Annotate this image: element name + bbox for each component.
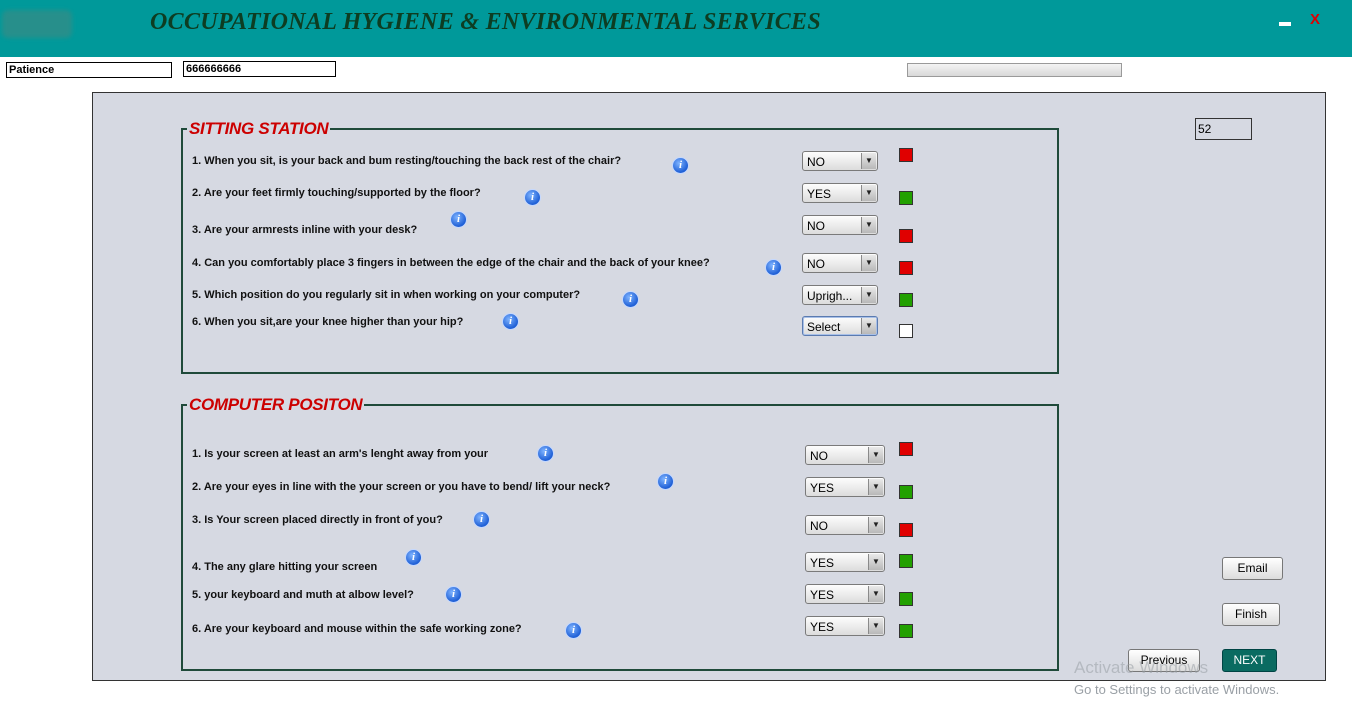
dropdown-value: Select (807, 320, 841, 334)
question-text: 6. When you sit,are your knee higher tha… (192, 316, 464, 328)
status-indicator (899, 293, 913, 307)
chevron-down-icon: ▼ (868, 554, 883, 570)
answer-dropdown[interactable]: NO ▼ (802, 151, 878, 171)
user-name-field[interactable]: Patience (6, 62, 172, 78)
section-title-computer-position: COMPUTER POSITON (187, 395, 365, 415)
chevron-down-icon: ▼ (868, 447, 883, 463)
info-icon[interactable]: i (658, 474, 673, 489)
dropdown-value: YES (810, 481, 835, 495)
dropdown-value: YES (810, 556, 835, 570)
status-indicator (899, 191, 913, 205)
answer-dropdown[interactable]: YES ▼ (805, 616, 885, 636)
answer-dropdown[interactable]: YES ▼ (805, 552, 885, 572)
dropdown-value: YES (810, 588, 835, 602)
info-icon[interactable]: i (538, 446, 553, 461)
blurred-logo (2, 10, 72, 38)
activate-windows-hint: Go to Settings to activate Windows. (1074, 682, 1280, 697)
answer-dropdown[interactable]: Uprigh... ▼ (802, 285, 878, 305)
question-text: 1. When you sit, is your back and bum re… (192, 155, 622, 167)
chevron-down-icon: ▼ (861, 217, 876, 233)
close-button[interactable]: X (1310, 11, 1320, 28)
status-indicator (899, 148, 913, 162)
finish-button[interactable]: Finish (1222, 603, 1280, 626)
chevron-down-icon: ▼ (861, 318, 876, 334)
activate-windows-watermark: Activate Windows (1074, 658, 1209, 677)
minimize-button[interactable] (1279, 22, 1291, 26)
question-text: 3. Are your armrests inline with your de… (192, 224, 418, 236)
info-icon[interactable]: i (673, 158, 688, 173)
question-text: 5. Which position do you regularly sit i… (192, 289, 581, 301)
answer-dropdown[interactable]: NO ▼ (805, 515, 885, 535)
chevron-down-icon: ▼ (861, 255, 876, 271)
status-indicator (899, 485, 913, 499)
answer-dropdown[interactable]: YES ▼ (805, 584, 885, 604)
answer-dropdown[interactable]: NO ▼ (802, 253, 878, 273)
chevron-down-icon: ▼ (868, 517, 883, 533)
chevron-down-icon: ▼ (868, 479, 883, 495)
question-counter: 52 (1195, 118, 1252, 140)
question-text: 1. Is your screen at least an arm's leng… (192, 448, 489, 460)
info-icon[interactable]: i (566, 623, 581, 638)
status-indicator (899, 523, 913, 537)
question-text: 2. Are your eyes in line with the your s… (192, 481, 611, 493)
chevron-down-icon: ▼ (861, 185, 876, 201)
dropdown-value: Uprigh... (807, 289, 853, 303)
status-indicator (899, 261, 913, 275)
info-icon[interactable]: i (766, 260, 781, 275)
next-button[interactable]: NEXT (1222, 649, 1277, 672)
chevron-down-icon: ▼ (861, 287, 876, 303)
question-text: 2. Are your feet firmly touching/support… (192, 187, 481, 199)
question-text: 3. Is Your screen placed directly in fro… (192, 514, 443, 526)
info-icon[interactable]: i (503, 314, 518, 329)
chevron-down-icon: ▼ (868, 586, 883, 602)
info-icon[interactable]: i (446, 587, 461, 602)
answer-dropdown[interactable]: Select ▼ (802, 316, 878, 336)
question-text: 6. Are your keyboard and mouse within th… (192, 623, 522, 635)
answer-dropdown[interactable]: YES ▼ (805, 477, 885, 497)
chevron-down-icon: ▼ (868, 618, 883, 634)
status-indicator (899, 442, 913, 456)
progress-bar (907, 63, 1122, 77)
question-text: 5. your keyboard and muth at albow level… (192, 589, 414, 601)
dropdown-value: NO (807, 155, 825, 169)
dropdown-value: NO (807, 219, 825, 233)
email-button[interactable]: Email (1222, 557, 1283, 580)
status-indicator (899, 554, 913, 568)
info-icon[interactable]: i (623, 292, 638, 307)
app-title: OCCUPATIONAL HYGIENE & ENVIRONMENTAL SER… (150, 9, 821, 35)
status-indicator (899, 324, 913, 338)
answer-dropdown[interactable]: YES ▼ (802, 183, 878, 203)
question-text: 4. The any glare hitting your screen (192, 561, 378, 573)
dropdown-value: NO (810, 449, 828, 463)
question-text: 4. Can you comfortably place 3 fingers i… (192, 257, 710, 269)
status-indicator (899, 624, 913, 638)
info-icon[interactable]: i (474, 512, 489, 527)
dropdown-value: YES (807, 187, 832, 201)
info-icon[interactable]: i (451, 212, 466, 227)
answer-dropdown[interactable]: NO ▼ (805, 445, 885, 465)
status-indicator (899, 229, 913, 243)
section-title-sitting-station: SITTING STATION (187, 119, 331, 139)
answer-dropdown[interactable]: NO ▼ (802, 215, 878, 235)
dropdown-value: YES (810, 620, 835, 634)
dropdown-value: NO (810, 519, 828, 533)
chevron-down-icon: ▼ (861, 153, 876, 169)
status-indicator (899, 592, 913, 606)
info-icon[interactable]: i (406, 550, 421, 565)
info-icon[interactable]: i (525, 190, 540, 205)
user-id-field[interactable]: 666666666 (183, 61, 336, 77)
dropdown-value: NO (807, 257, 825, 271)
